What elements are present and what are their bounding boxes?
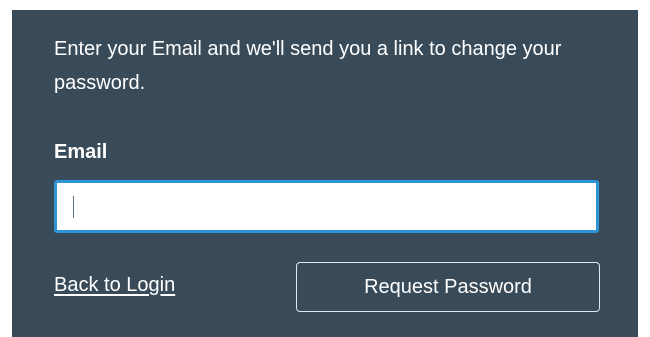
back-to-login-link[interactable]: Back to Login: [54, 271, 175, 299]
instructions-text: Enter your Email and we'll send you a li…: [54, 38, 562, 94]
email-label: Email: [54, 141, 108, 163]
text-cursor: [73, 196, 74, 218]
request-password-button[interactable]: Request Password: [296, 262, 600, 312]
forgot-password-panel: Enter your Email and we'll send you a li…: [12, 10, 638, 337]
email-field[interactable]: [54, 180, 599, 233]
